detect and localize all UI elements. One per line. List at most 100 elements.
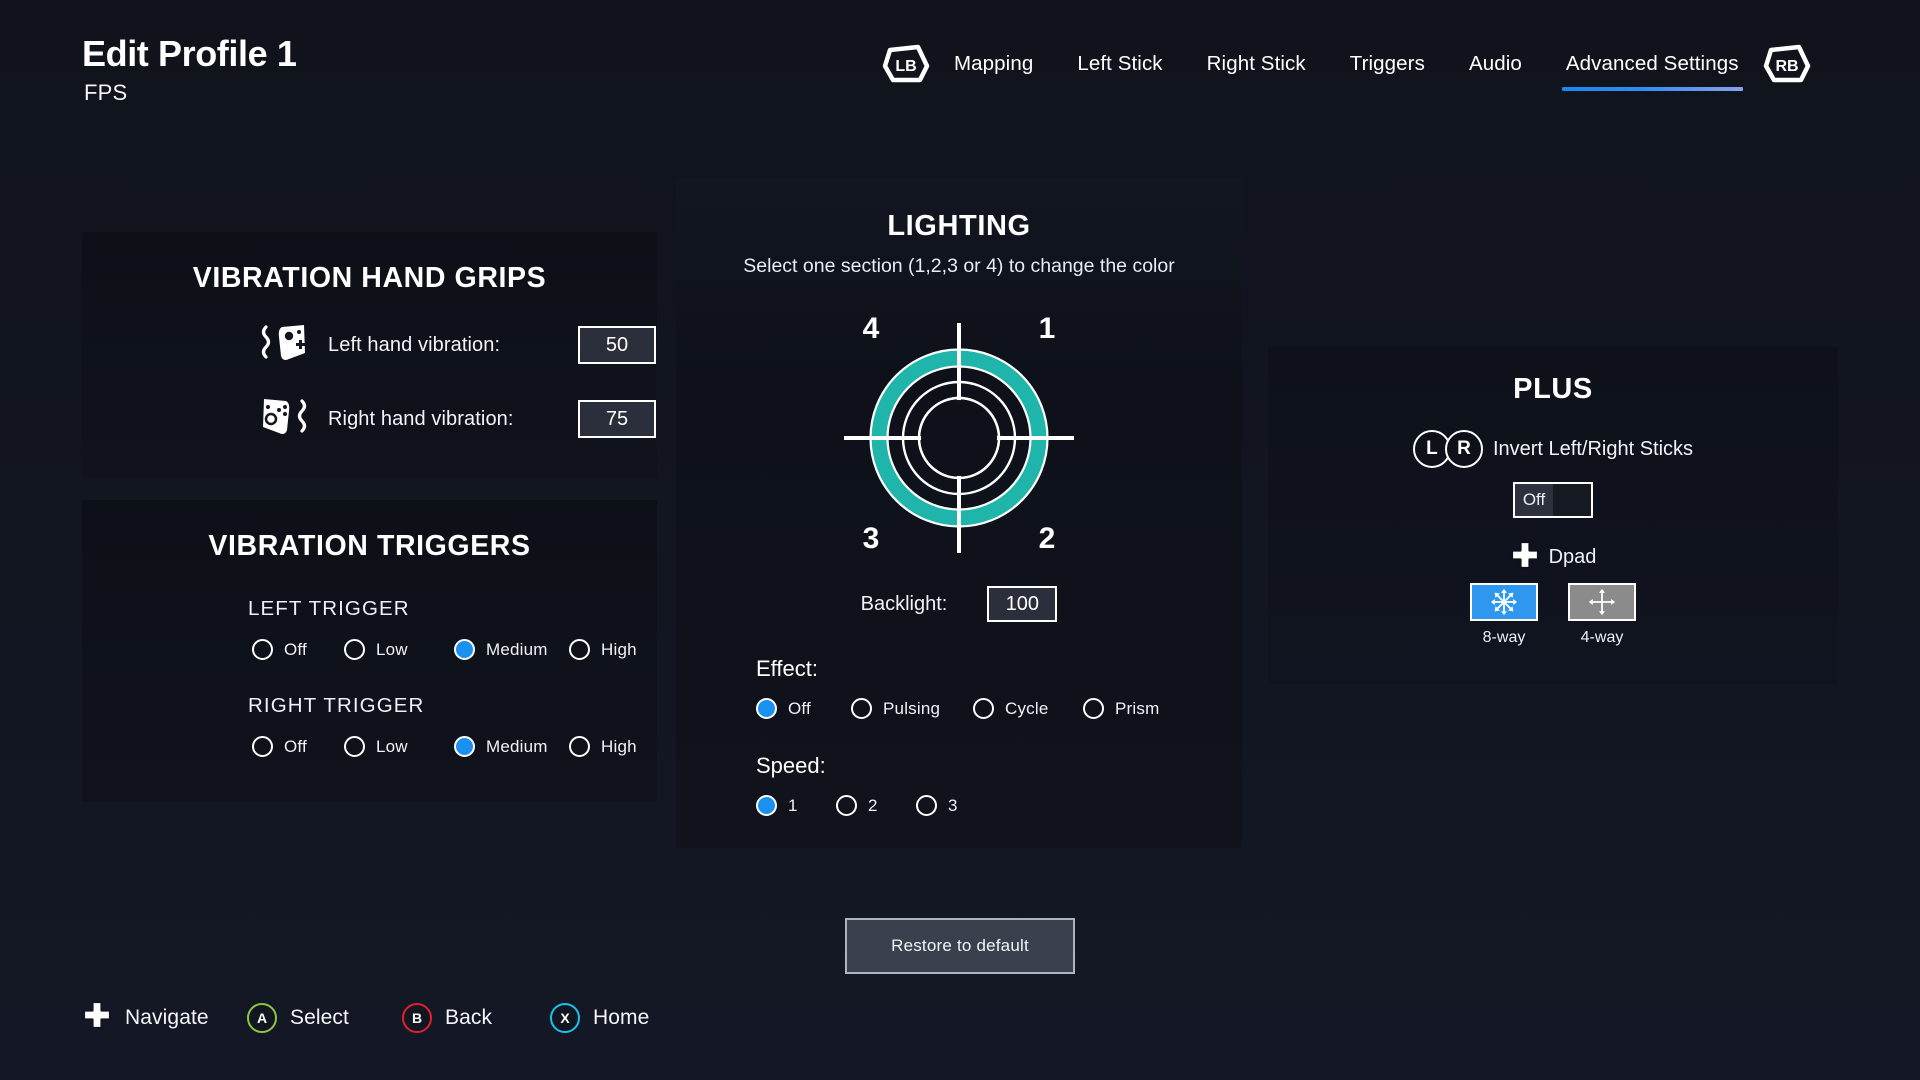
radio-label: Low	[376, 640, 408, 660]
nav-item-triggers[interactable]: Triggers	[1328, 49, 1447, 79]
dpad-mode-8way[interactable]: 8-way	[1470, 583, 1538, 647]
left-trigger-option-low[interactable]: Low	[344, 639, 454, 660]
svg-text:LB: LB	[895, 58, 916, 75]
footer-home[interactable]: X Home	[550, 1003, 649, 1033]
panel-title: PLUS	[1268, 373, 1838, 406]
radio-label: Medium	[486, 737, 548, 757]
radio-dot	[756, 698, 777, 719]
right-vibration-controller-icon	[256, 393, 312, 445]
speed-label: Speed:	[676, 753, 1242, 779]
radio-dot	[973, 698, 994, 719]
left-trigger-options: Off Low Medium High	[82, 639, 657, 660]
vibration-triggers-panel: VIBRATION TRIGGERS LEFT TRIGGER Off Low …	[82, 500, 657, 802]
nav-item-advanced-settings[interactable]: Advanced Settings	[1544, 49, 1761, 79]
lighting-panel: LIGHTING Select one section (1,2,3 or 4)…	[676, 178, 1242, 848]
speed-options: 1 2 3	[676, 795, 1242, 816]
right-trigger-option-low[interactable]: Low	[344, 736, 454, 757]
footer-select[interactable]: A Select	[247, 1003, 402, 1033]
footer-back[interactable]: B Back	[402, 1003, 550, 1033]
left-bumper-icon[interactable]: LB	[880, 42, 932, 86]
radio-dot	[344, 639, 365, 660]
active-tab-underline	[1562, 87, 1743, 91]
left-hand-vibration-row: Left hand vibration: 50	[82, 319, 657, 371]
toggle-active-segment: Off	[1515, 484, 1553, 516]
backlight-value[interactable]: 100	[987, 586, 1057, 622]
backlight-label: Backlight:	[861, 593, 948, 616]
radio-dot	[252, 736, 273, 757]
dpad-mode-label: 8-way	[1470, 629, 1538, 647]
footer-navigate[interactable]: Navigate	[82, 1000, 247, 1035]
radio-label: Medium	[486, 640, 548, 660]
nav-item-audio[interactable]: Audio	[1447, 49, 1544, 79]
nav-item-label: Triggers	[1350, 52, 1425, 75]
lighting-section-4-label: 4	[863, 312, 880, 345]
lighting-subtitle: Select one section (1,2,3 or 4) to chang…	[676, 255, 1242, 278]
left-trigger-option-off[interactable]: Off	[252, 639, 344, 660]
effect-option-prism[interactable]: Prism	[1083, 698, 1159, 719]
lighting-ring-selector[interactable]: 1 2 3 4	[809, 308, 1109, 568]
advanced-settings-screen: Edit Profile 1 FPS LB Mapping Left Stick…	[0, 0, 1920, 1080]
lighting-section-3-label: 3	[863, 522, 880, 555]
eight-way-icon	[1470, 583, 1538, 621]
radio-dot	[454, 639, 475, 660]
right-trigger-option-high[interactable]: High	[569, 736, 637, 757]
nav-item-left-stick[interactable]: Left Stick	[1055, 49, 1184, 79]
effect-option-off[interactable]: Off	[756, 698, 851, 719]
backlight-row: Backlight: 100	[676, 586, 1242, 622]
radio-label: Cycle	[1005, 699, 1049, 719]
right-trigger-options: Off Low Medium High	[82, 736, 657, 757]
radio-dot	[836, 795, 857, 816]
radio-label: Off	[788, 699, 811, 719]
right-hand-vibration-label: Right hand vibration:	[328, 408, 578, 431]
main-nav: LB Mapping Left Stick Right Stick Trigge…	[880, 42, 1813, 86]
nav-item-label: Advanced Settings	[1566, 52, 1739, 75]
nav-item-label: Audio	[1469, 52, 1522, 75]
radio-dot	[252, 639, 273, 660]
effect-option-pulsing[interactable]: Pulsing	[851, 698, 973, 719]
lighting-section-2-label: 2	[1039, 522, 1056, 555]
radio-label: High	[601, 640, 637, 660]
dpad-row: Dpad	[1268, 540, 1838, 575]
effect-option-cycle[interactable]: Cycle	[973, 698, 1083, 719]
dpad-label: Dpad	[1549, 546, 1597, 569]
radio-dot	[916, 795, 937, 816]
radio-label: Pulsing	[883, 699, 940, 719]
right-trigger-option-medium[interactable]: Medium	[454, 736, 569, 757]
x-button-icon: X	[550, 1003, 580, 1033]
four-way-icon	[1568, 583, 1636, 621]
footer-hints: Navigate A Select B Back X Home	[82, 1000, 649, 1035]
radio-label: Prism	[1115, 699, 1159, 719]
panel-title: VIBRATION TRIGGERS	[82, 530, 657, 563]
panel-title: LIGHTING	[676, 210, 1242, 243]
left-trigger-option-high[interactable]: High	[569, 639, 637, 660]
left-trigger-option-medium[interactable]: Medium	[454, 639, 569, 660]
radio-dot	[851, 698, 872, 719]
right-hand-vibration-row: Right hand vibration: 75	[82, 393, 657, 445]
radio-label: 2	[868, 796, 878, 816]
lr-badges: L R	[1413, 430, 1483, 468]
page-header: Edit Profile 1 FPS LB Mapping Left Stick…	[0, 0, 1920, 128]
dpad-mode-label: 4-way	[1568, 629, 1636, 647]
right-trigger-option-off[interactable]: Off	[252, 736, 344, 757]
speed-option-3[interactable]: 3	[916, 795, 958, 816]
toggle-inactive-segment	[1553, 484, 1591, 516]
invert-sticks-toggle[interactable]: Off	[1513, 482, 1593, 518]
left-vibration-controller-icon	[256, 319, 312, 371]
panel-title: VIBRATION HAND GRIPS	[82, 262, 657, 295]
b-button-icon: B	[402, 1003, 432, 1033]
radio-label: High	[601, 737, 637, 757]
restore-to-default-button[interactable]: Restore to default	[845, 918, 1075, 974]
dpad-mode-4way[interactable]: 4-way	[1568, 583, 1636, 647]
nav-item-right-stick[interactable]: Right Stick	[1185, 49, 1328, 79]
profile-subtitle: FPS	[84, 80, 127, 106]
nav-item-label: Mapping	[954, 52, 1033, 75]
radio-dot	[454, 736, 475, 757]
speed-option-2[interactable]: 2	[836, 795, 916, 816]
left-hand-vibration-value[interactable]: 50	[578, 326, 656, 364]
right-bumper-icon[interactable]: RB	[1761, 42, 1813, 86]
right-hand-vibration-value[interactable]: 75	[578, 400, 656, 438]
vibration-hand-grips-panel: VIBRATION HAND GRIPS Left hand vibration…	[82, 232, 657, 477]
speed-option-1[interactable]: 1	[756, 795, 836, 816]
nav-item-mapping[interactable]: Mapping	[932, 49, 1055, 79]
effect-options: Off Pulsing Cycle Prism	[676, 698, 1242, 719]
